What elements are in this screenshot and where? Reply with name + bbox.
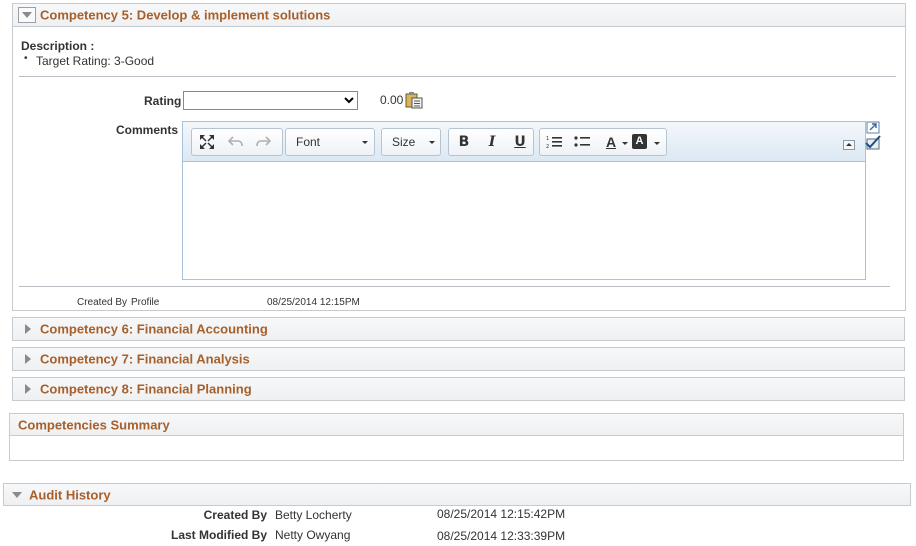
rating-select[interactable] xyxy=(183,91,358,110)
font-combo-label: Font xyxy=(296,135,321,149)
comments-label: Comments xyxy=(116,123,179,137)
comments-editor: Font Size B I U 1 2 A A xyxy=(182,121,866,280)
underline-button[interactable]: U xyxy=(509,132,531,152)
chevron-right-icon xyxy=(25,324,31,334)
chevron-down-icon xyxy=(654,142,660,145)
basic-styles-group: B I U xyxy=(448,128,534,156)
competency-5-title: Competency 5: Develop & implement soluti… xyxy=(40,7,331,23)
size-combo-label: Size xyxy=(392,135,416,149)
rating-label: Rating xyxy=(144,94,182,108)
chevron-down-icon xyxy=(429,141,435,144)
bullet-icon: • xyxy=(24,53,28,64)
chevron-down-icon xyxy=(622,142,628,145)
rating-score: 0.00 xyxy=(380,93,404,107)
audit-modified-by-value: Netty Owyang xyxy=(275,528,351,542)
expand-editor-icon[interactable] xyxy=(866,121,880,134)
competency-8-title: Competency 8: Financial Planning xyxy=(40,381,252,397)
description-divider xyxy=(19,76,896,77)
competencies-summary-header: Competencies Summary xyxy=(9,413,904,436)
bulleted-list-icon[interactable] xyxy=(574,135,590,149)
undo-icon[interactable] xyxy=(228,135,244,149)
competency-8-header[interactable]: Competency 8: Financial Planning xyxy=(12,377,905,401)
competency-6-header[interactable]: Competency 6: Financial Accounting xyxy=(12,317,905,341)
font-combo[interactable]: Font xyxy=(285,128,375,156)
competency-5-header[interactable]: Competency 5: Develop & implement soluti… xyxy=(12,3,906,27)
chevron-up-icon xyxy=(846,143,852,146)
audit-created-at-value: 08/25/2014 12:15:42PM xyxy=(437,507,566,521)
history-group xyxy=(191,128,283,156)
chevron-right-icon xyxy=(25,384,31,394)
competency-6-title: Competency 6: Financial Accounting xyxy=(40,321,268,337)
chevron-down-icon xyxy=(362,141,368,144)
italic-button[interactable]: I xyxy=(481,132,503,152)
audit-history-header[interactable]: Audit History xyxy=(3,483,911,506)
audit-modified-at-value: 08/25/2014 12:33:39PM xyxy=(437,529,566,543)
created-by-label: Created By xyxy=(77,297,128,308)
audit-created-by-value: Betty Locherty xyxy=(275,508,352,522)
svg-text:1: 1 xyxy=(546,136,549,142)
numbered-list-icon[interactable]: 1 2 xyxy=(546,135,562,149)
background-color-button[interactable]: A xyxy=(632,134,647,149)
bold-button[interactable]: B xyxy=(453,132,475,152)
audit-modified-by-label: Last Modified By xyxy=(170,528,267,542)
competency-7-title: Competency 7: Financial Analysis xyxy=(40,351,250,367)
created-at-value: 08/25/2014 12:15PM xyxy=(267,297,360,308)
description-label: Description : xyxy=(21,39,95,53)
comments-text-area[interactable] xyxy=(183,162,865,279)
calculate-rating-icon[interactable] xyxy=(405,91,423,109)
spell-check-icon[interactable] xyxy=(864,135,882,151)
target-rating-text: Target Rating: 3-Good xyxy=(36,54,155,68)
audit-history-title: Audit History xyxy=(29,487,111,502)
chevron-down-icon xyxy=(12,492,22,498)
collapse-toggle-button[interactable] xyxy=(18,7,36,23)
chevron-right-icon xyxy=(25,354,31,364)
competencies-summary-title: Competencies Summary xyxy=(18,417,170,432)
redo-icon[interactable] xyxy=(255,135,271,149)
created-divider xyxy=(19,286,890,287)
size-combo[interactable]: Size xyxy=(381,128,441,156)
svg-text:2: 2 xyxy=(546,144,549,149)
collapse-toolbar-button[interactable] xyxy=(843,140,855,150)
editor-toolbar: Font Size B I U 1 2 A A xyxy=(183,122,865,162)
text-color-button[interactable]: A xyxy=(600,132,622,152)
audit-created-by-label: Created By xyxy=(203,508,267,522)
competency-7-header[interactable]: Competency 7: Financial Analysis xyxy=(12,347,905,371)
created-by-value: Profile xyxy=(131,297,160,308)
list-color-group: 1 2 A A xyxy=(539,128,667,156)
maximize-icon[interactable] xyxy=(199,134,215,150)
chevron-down-icon xyxy=(22,12,32,18)
